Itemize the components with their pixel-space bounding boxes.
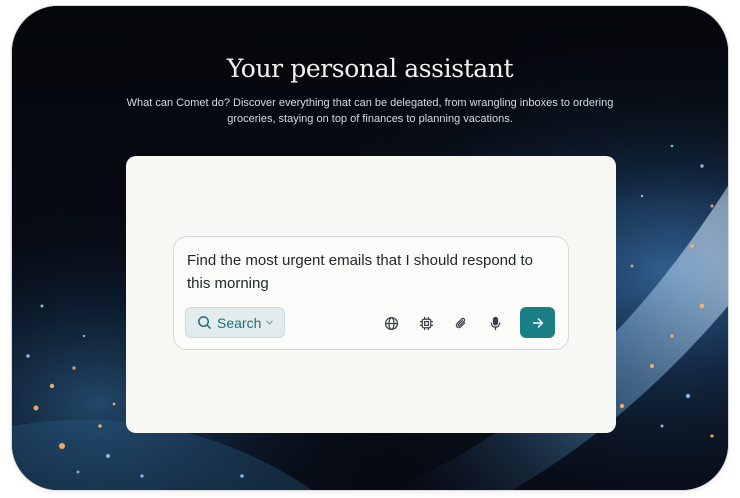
globe-icon[interactable] xyxy=(380,312,402,334)
send-button[interactable] xyxy=(520,307,555,338)
screenshot-stage: Your personal assistant What can Comet d… xyxy=(0,0,740,498)
microphone-icon[interactable] xyxy=(484,312,506,334)
arrow-right-icon xyxy=(531,316,545,330)
paperclip-icon[interactable] xyxy=(450,312,472,334)
mode-label: Search xyxy=(217,314,262,331)
mode-select-button[interactable]: Search xyxy=(185,307,285,338)
chip-icon[interactable] xyxy=(415,312,437,334)
prompt-text[interactable]: Find the most urgent emails that I shoul… xyxy=(187,249,559,295)
prompt-input-box[interactable]: Find the most urgent emails that I shoul… xyxy=(173,236,569,350)
search-icon xyxy=(197,315,212,330)
page-title: Your personal assistant xyxy=(226,54,514,83)
app-window: Your personal assistant What can Comet d… xyxy=(12,6,728,490)
page-subtitle: What can Comet do? Discover everything t… xyxy=(126,97,614,125)
composer-card: Find the most urgent emails that I shoul… xyxy=(126,156,616,433)
chevron-down-icon xyxy=(265,318,274,327)
